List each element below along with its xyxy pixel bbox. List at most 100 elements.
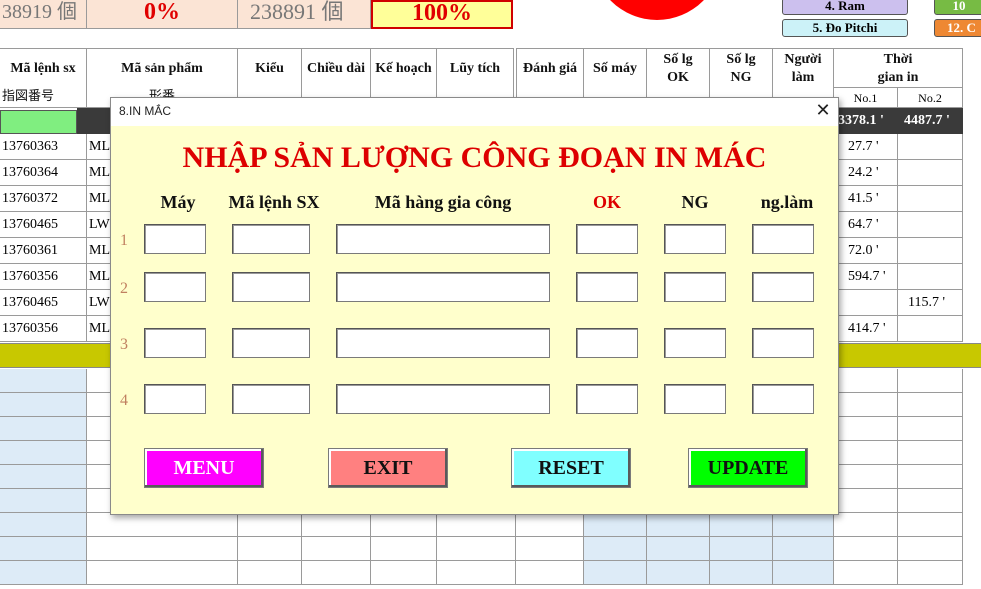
empty-cell[interactable] — [87, 561, 238, 585]
ng-lam-input[interactable] — [752, 328, 814, 358]
pitchi-button[interactable]: 5. Đo Pitchi — [782, 19, 908, 37]
empty-cell[interactable] — [647, 561, 710, 585]
empty-cell[interactable] — [302, 513, 371, 537]
may-input[interactable] — [144, 272, 206, 302]
empty-cell[interactable] — [302, 537, 371, 561]
reset-button[interactable]: RESET — [511, 448, 631, 488]
ram-button[interactable]: 4. Ram — [782, 0, 908, 15]
empty-cell[interactable] — [834, 465, 898, 489]
empty-cell[interactable] — [898, 513, 963, 537]
cell-time-no1[interactable]: 41.5 ' — [834, 186, 898, 212]
empty-cell[interactable] — [371, 513, 437, 537]
empty-cell[interactable] — [834, 537, 898, 561]
ma-hang-input[interactable] — [336, 224, 550, 254]
dialog-titlebar[interactable]: 8.IN MẮC ✕ — [111, 98, 838, 126]
empty-cell[interactable] — [0, 489, 87, 513]
empty-cell[interactable] — [834, 369, 898, 393]
may-input[interactable] — [144, 328, 206, 358]
empty-cell[interactable] — [0, 465, 87, 489]
empty-cell[interactable] — [0, 561, 87, 585]
empty-cell[interactable] — [898, 369, 963, 393]
close-icon[interactable]: ✕ — [813, 100, 833, 122]
empty-cell[interactable] — [87, 513, 238, 537]
empty-cell[interactable] — [898, 465, 963, 489]
cell-order[interactable]: 13760356 — [0, 316, 87, 342]
empty-cell[interactable] — [834, 417, 898, 441]
empty-cell[interactable] — [0, 441, 87, 465]
cell-time-no1[interactable] — [834, 290, 898, 316]
empty-cell[interactable] — [584, 537, 647, 561]
cell-order[interactable]: 13760364 — [0, 160, 87, 186]
cell-time-no1[interactable]: 27.7 ' — [834, 134, 898, 160]
empty-cell[interactable] — [834, 489, 898, 513]
empty-cell[interactable] — [834, 393, 898, 417]
empty-cell[interactable] — [516, 561, 584, 585]
ma-hang-input[interactable] — [336, 272, 550, 302]
cell-time-no2[interactable]: 115.7 ' — [898, 290, 963, 316]
ok-input[interactable] — [576, 384, 638, 414]
empty-cell[interactable] — [371, 561, 437, 585]
cell-time-no1[interactable]: 64.7 ' — [834, 212, 898, 238]
ok-input[interactable] — [576, 272, 638, 302]
cell-order[interactable]: 13760361 — [0, 238, 87, 264]
empty-cell[interactable] — [898, 537, 963, 561]
ma-lenh-input[interactable] — [232, 224, 310, 254]
ok-input[interactable] — [576, 224, 638, 254]
empty-cell[interactable] — [371, 537, 437, 561]
exit-button[interactable]: EXIT — [328, 448, 448, 488]
ng-lam-input[interactable] — [752, 384, 814, 414]
empty-cell[interactable] — [898, 393, 963, 417]
empty-cell[interactable] — [898, 441, 963, 465]
ng-lam-input[interactable] — [752, 224, 814, 254]
ma-lenh-input[interactable] — [232, 328, 310, 358]
empty-cell[interactable] — [238, 537, 302, 561]
cell-order[interactable]: 13760372 — [0, 186, 87, 212]
cell-time-no1[interactable]: 72.0 ' — [834, 238, 898, 264]
ng-input[interactable] — [664, 328, 726, 358]
empty-cell[interactable] — [302, 561, 371, 585]
may-input[interactable] — [144, 384, 206, 414]
empty-cell[interactable] — [437, 561, 516, 585]
empty-cell[interactable] — [437, 537, 516, 561]
cell-order[interactable]: 13760465 — [0, 290, 87, 316]
ng-input[interactable] — [664, 272, 726, 302]
empty-cell[interactable] — [773, 561, 834, 585]
ma-lenh-input[interactable] — [232, 384, 310, 414]
cell-time-no1[interactable]: 24.2 ' — [834, 160, 898, 186]
empty-cell[interactable] — [834, 441, 898, 465]
cell-time-no2[interactable] — [898, 212, 963, 238]
empty-cell[interactable] — [647, 513, 710, 537]
ma-lenh-input[interactable] — [232, 272, 310, 302]
empty-cell[interactable] — [0, 417, 87, 441]
cell-time-no1[interactable]: 594.7 ' — [834, 264, 898, 290]
empty-cell[interactable] — [87, 537, 238, 561]
selected-row-cell[interactable] — [0, 110, 77, 134]
cell-time-no2[interactable] — [898, 238, 963, 264]
empty-cell[interactable] — [898, 561, 963, 585]
empty-cell[interactable] — [584, 561, 647, 585]
empty-cell[interactable] — [834, 513, 898, 537]
empty-cell[interactable] — [0, 393, 87, 417]
empty-cell[interactable] — [437, 513, 516, 537]
empty-cell[interactable] — [710, 561, 773, 585]
empty-cell[interactable] — [898, 417, 963, 441]
empty-cell[interactable] — [238, 513, 302, 537]
cell-order[interactable]: 13760465 — [0, 212, 87, 238]
ng-lam-input[interactable] — [752, 272, 814, 302]
cell-order[interactable]: 13760356 — [0, 264, 87, 290]
cell-time-no2[interactable] — [898, 316, 963, 342]
empty-cell[interactable] — [773, 513, 834, 537]
cell-time-no2[interactable] — [898, 160, 963, 186]
empty-cell[interactable] — [773, 537, 834, 561]
menu-button[interactable]: MENU — [144, 448, 264, 488]
ma-hang-input[interactable] — [336, 328, 550, 358]
button-12[interactable]: 12. C — [934, 19, 981, 37]
empty-cell[interactable] — [710, 513, 773, 537]
empty-cell[interactable] — [0, 513, 87, 537]
cell-time-no1[interactable]: 414.7 ' — [834, 316, 898, 342]
button-10[interactable]: 10 — [934, 0, 981, 15]
empty-cell[interactable] — [516, 513, 584, 537]
ok-input[interactable] — [576, 328, 638, 358]
cell-time-no2[interactable] — [898, 264, 963, 290]
ng-input[interactable] — [664, 384, 726, 414]
